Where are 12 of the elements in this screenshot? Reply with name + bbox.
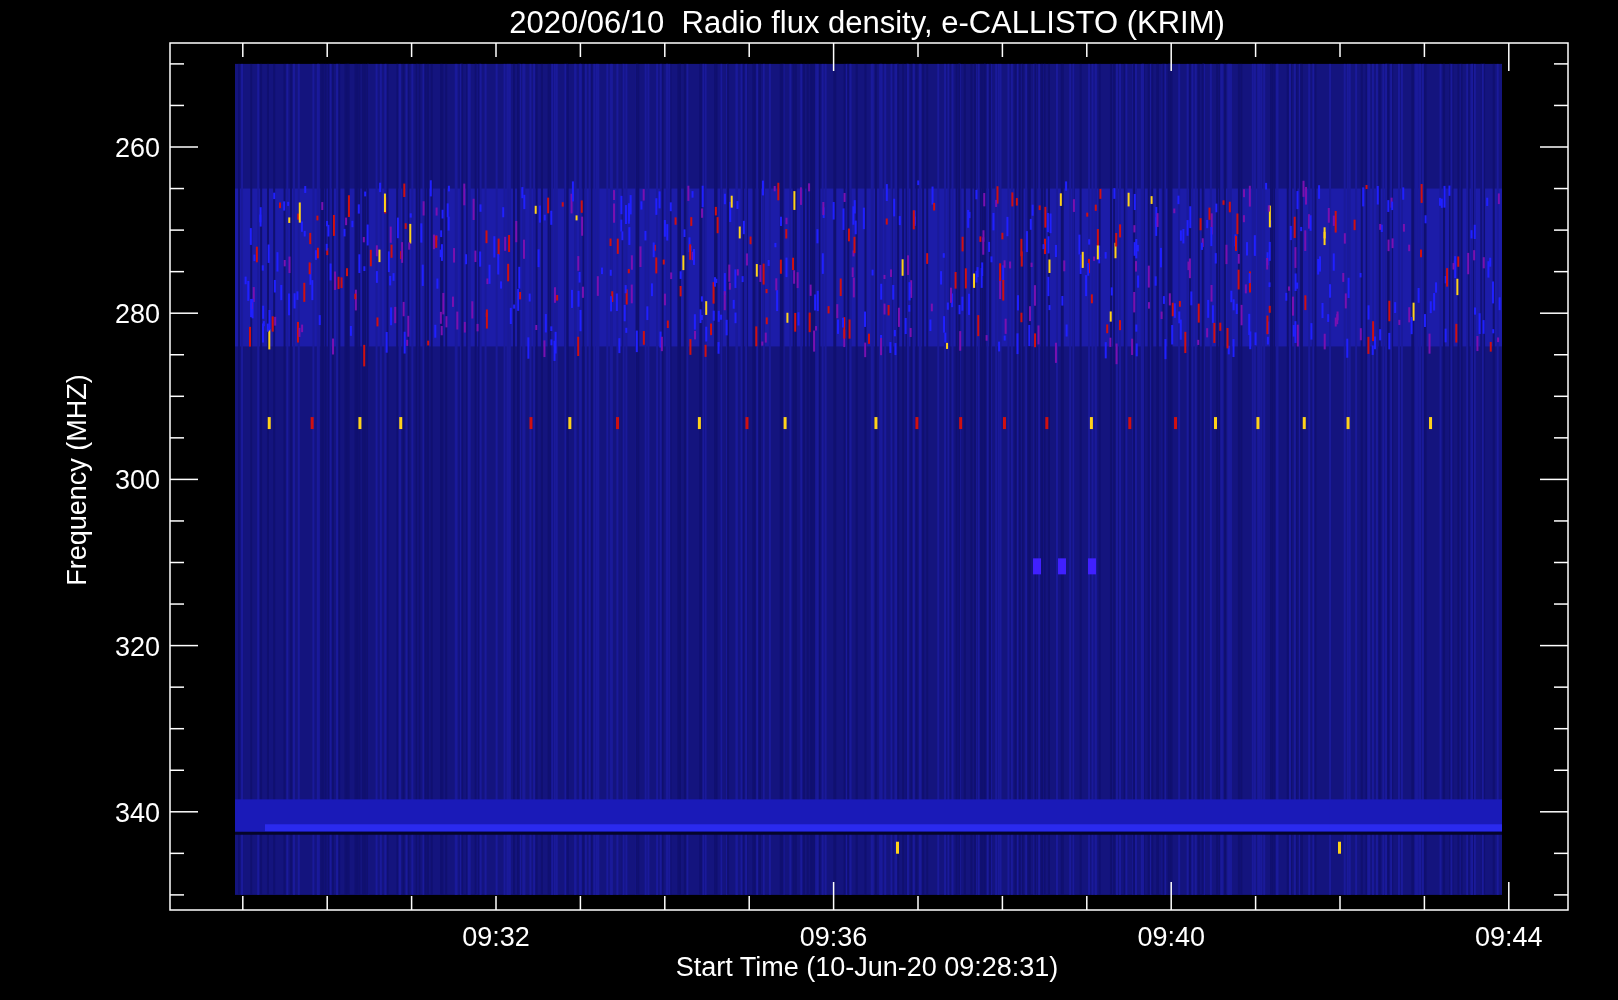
y-tick-label: 320 [114,631,160,662]
x-tick-label: 09:32 [462,922,530,952]
y-tick-label: 340 [114,797,160,828]
chart-title: 2020/06/10 Radio flux density, e-CALLISTO (KRIM) [509,5,1225,40]
y-tick-label: 260 [114,133,160,163]
y-axis-label: Frequency (MHZ) [62,374,92,586]
y-tick-label: 300 [114,465,160,496]
y-tick-label: 280 [114,299,160,330]
x-tick-label: 09:44 [1475,922,1543,952]
x-tick-label: 09:40 [1137,922,1205,952]
x-axis-label: Start Time (10-Jun-20 09:28:31) [675,952,1059,982]
x-tick-label: 09:36 [799,922,868,952]
